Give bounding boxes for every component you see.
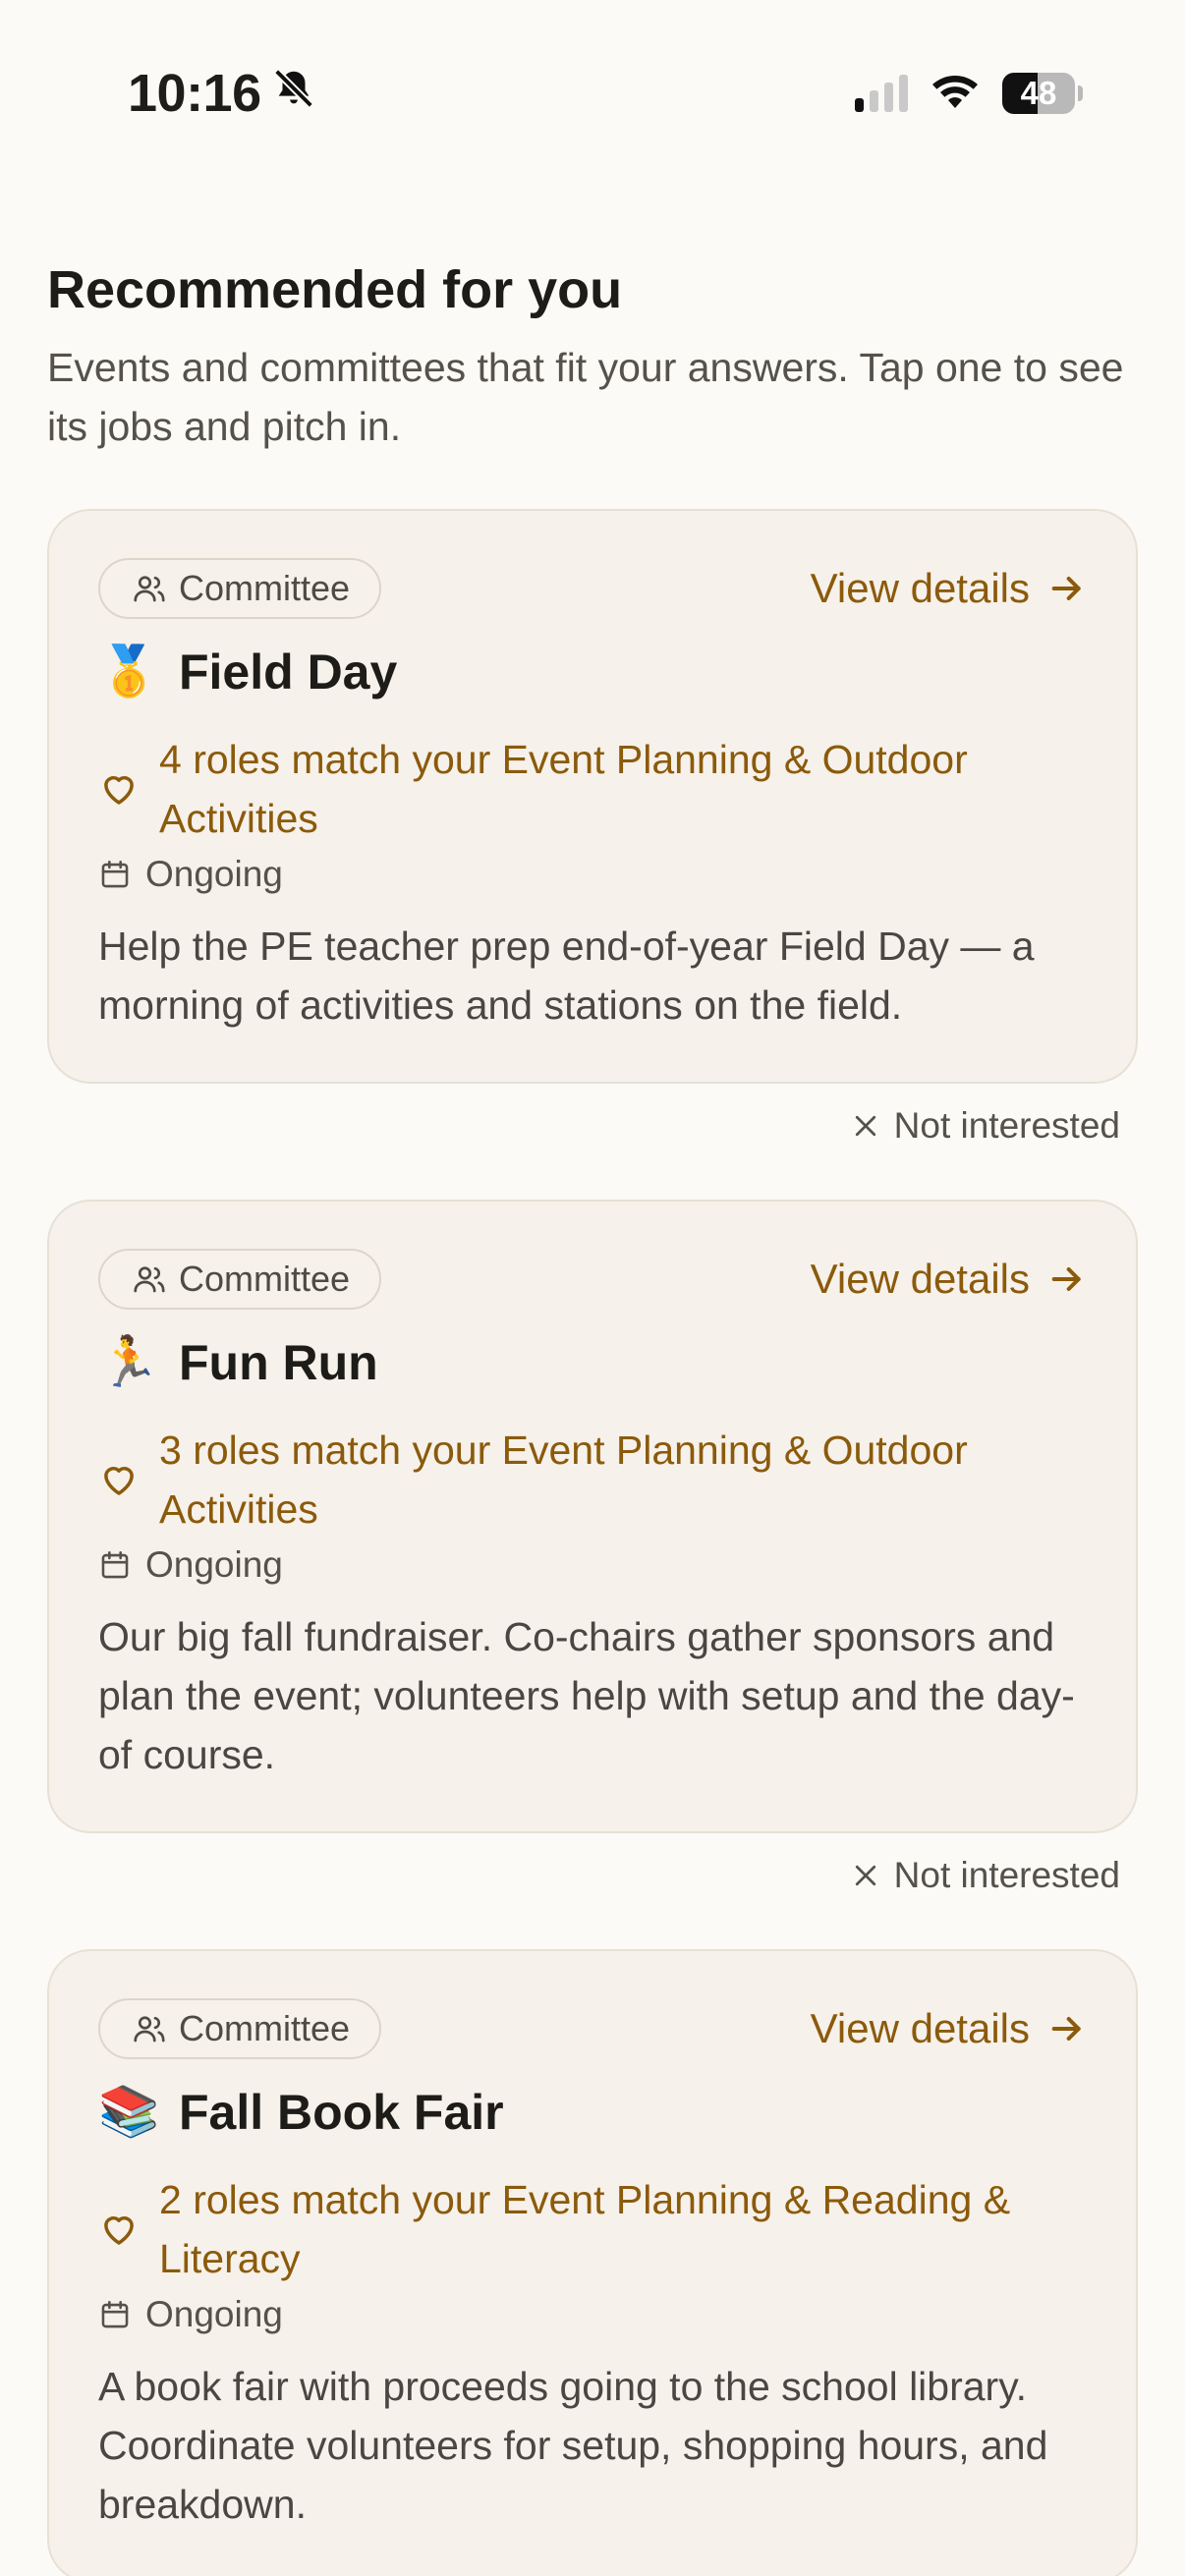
calendar-icon <box>101 1550 129 1579</box>
committee-badge: Committee <box>98 1998 382 2059</box>
badge-label: Committee <box>179 2008 351 2048</box>
people-icon <box>134 1266 165 1293</box>
role-match: 2 roles match your Event Planning & Read… <box>98 2170 1087 2288</box>
time-label: 10:16 <box>128 64 261 123</box>
books-emoji: 📚 <box>98 2084 160 2139</box>
event-date: Ongoing <box>98 2294 1087 2335</box>
date-label: Ongoing <box>145 1544 283 1585</box>
heart-icon <box>104 2216 134 2245</box>
committee-badge: Committee <box>98 1249 382 1310</box>
not-interested-label: Not interested <box>893 1105 1120 1146</box>
calendar-icon <box>101 860 129 888</box>
status-time: 10:16 <box>128 63 316 124</box>
arrow-right-icon <box>1051 1267 1081 1291</box>
close-icon <box>855 1115 875 1137</box>
heart-icon <box>104 776 134 805</box>
role-match: 4 roles match your Event Planning & Outd… <box>98 730 1087 848</box>
people-icon <box>134 2016 165 2043</box>
recommendation-card-fall-book-fair[interactable]: Committee View details 📚 Fall Book Fair … <box>47 1949 1138 2576</box>
close-icon <box>855 1865 875 1886</box>
committee-badge: Committee <box>98 558 382 619</box>
role-match: 3 roles match your Event Planning & Outd… <box>98 1421 1087 1539</box>
people-icon <box>134 576 165 602</box>
signal-bar <box>899 74 908 112</box>
role-match-text: 2 roles match your Event Planning & Read… <box>159 2177 1011 2281</box>
not-interested-label: Not interested <box>893 1855 1120 1895</box>
event-date: Ongoing <box>98 1544 1087 1586</box>
event-date: Ongoing <box>98 854 1087 895</box>
battery-level: 48 <box>1020 74 1057 111</box>
page-title: Recommended for you <box>47 260 623 319</box>
not-interested-button[interactable]: Not interested <box>47 1105 1120 1147</box>
date-label: Ongoing <box>145 2294 283 2334</box>
card-title: Field Day <box>179 644 398 700</box>
cellular-signal-icon <box>855 74 908 112</box>
card-title: Fun Run <box>179 1334 378 1390</box>
medal-emoji: 🥇 <box>98 644 160 699</box>
card-description: Our big fall fundraiser. Co-chairs gathe… <box>98 1614 1075 1777</box>
signal-bar <box>884 82 893 112</box>
page-subtitle: Events and committees that fit your answ… <box>47 345 1124 449</box>
card-description: A book fair with proceeds going to the s… <box>98 2364 1048 2527</box>
view-details-label: View details <box>810 565 1030 611</box>
battery-icon: 48 <box>1002 72 1083 114</box>
bell-slash-icon <box>271 63 316 124</box>
signal-bar <box>855 97 864 112</box>
runner-emoji: 🏃 <box>98 1334 160 1389</box>
status-bar: 10:16 48 <box>0 0 1185 193</box>
view-details-label: View details <box>810 1256 1030 1302</box>
arrow-right-icon <box>1051 2017 1081 2041</box>
not-interested-button[interactable]: Not interested <box>47 1855 1120 1896</box>
card-description: Help the PE teacher prep end-of-year Fie… <box>98 924 1035 1028</box>
wifi-icon <box>930 71 981 115</box>
signal-bar <box>870 89 878 112</box>
recommendation-card-field-day[interactable]: Committee View details 🥇 Field Day 4 rol… <box>47 509 1138 1084</box>
badge-label: Committee <box>179 568 351 608</box>
heart-icon <box>104 1467 134 1495</box>
status-icons: 48 <box>855 71 1083 115</box>
main-content: Recommended for you Events and committee… <box>0 259 1185 2576</box>
view-details-link[interactable]: View details <box>811 565 1087 612</box>
date-label: Ongoing <box>145 854 283 894</box>
badge-label: Committee <box>179 1259 351 1299</box>
recommendation-card-fun-run[interactable]: Committee View details 🏃 Fun Run 3 roles… <box>47 1200 1138 1833</box>
view-details-link[interactable]: View details <box>811 2005 1087 2052</box>
role-match-text: 3 roles match your Event Planning & Outd… <box>159 1428 968 1532</box>
view-details-label: View details <box>810 2005 1030 2051</box>
arrow-right-icon <box>1051 577 1081 600</box>
card-title: Fall Book Fair <box>179 2084 504 2140</box>
view-details-link[interactable]: View details <box>811 1256 1087 1303</box>
role-match-text: 4 roles match your Event Planning & Outd… <box>159 737 968 841</box>
calendar-icon <box>101 2300 129 2328</box>
